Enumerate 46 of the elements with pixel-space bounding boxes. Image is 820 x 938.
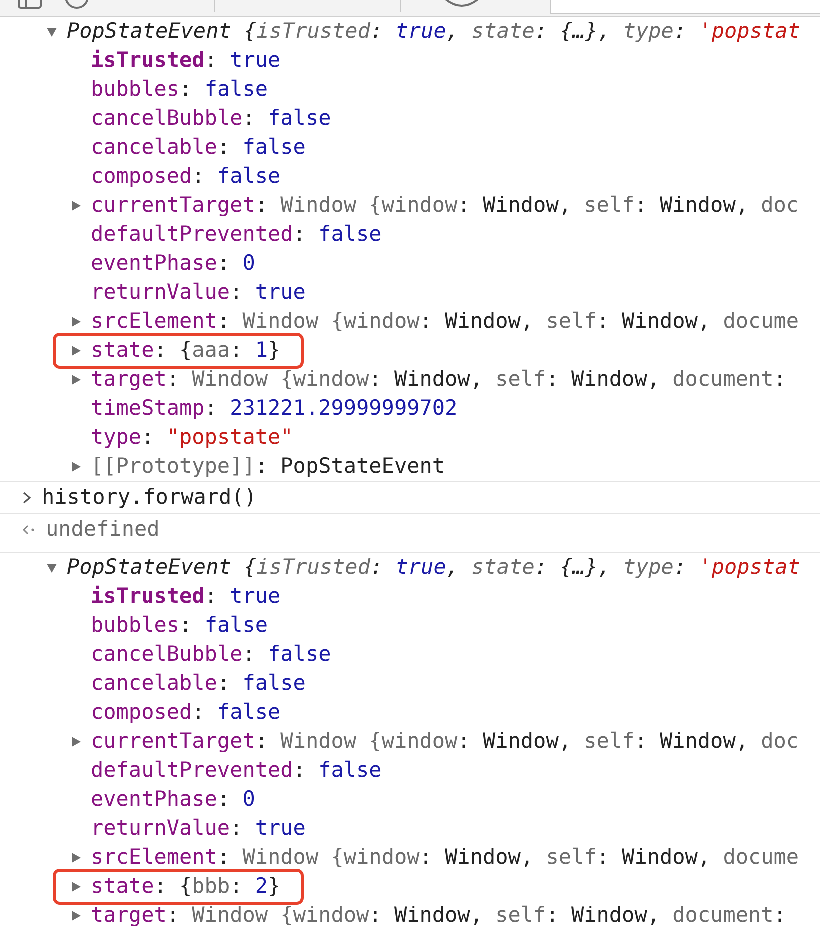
property-line: cancelBubble: false — [91, 641, 332, 668]
sidebar-icon[interactable] — [18, 0, 42, 10]
collapse-triangle-icon[interactable] — [46, 26, 58, 38]
object-summary: PopStateEvent {isTrusted: true, state: {…}, type: 'popstat — [67, 554, 800, 581]
property-line: currentTarget: Window {window: Window, self: Window, doc — [91, 192, 800, 219]
expand-triangle-icon[interactable] — [70, 460, 82, 472]
property-line: returnValue: true — [91, 815, 306, 842]
property-line: isTrusted: true — [91, 47, 281, 74]
property-line: srcElement: Window {window: Window, self: Window, docume — [91, 844, 800, 871]
property-line: type: "popstate" — [91, 424, 294, 451]
clear-icon[interactable] — [64, 0, 90, 10]
property-line: timeStamp: 231221.29999999702 — [91, 395, 458, 422]
console-result: undefined — [46, 516, 160, 543]
property-line: srcElement: Window {window: Window, self: Window, docume — [91, 308, 800, 335]
property-line: cancelable: false — [91, 134, 306, 161]
property-line: eventPhase: 0 — [91, 250, 256, 277]
console-command: history.forward() — [42, 484, 257, 511]
expand-triangle-icon[interactable] — [70, 344, 82, 356]
property-line: defaultPrevented: false — [91, 221, 382, 248]
return-icon — [22, 524, 36, 536]
expand-triangle-icon[interactable] — [70, 316, 82, 328]
prompt-icon — [22, 490, 32, 504]
expand-triangle-icon[interactable] — [70, 374, 82, 386]
expand-triangle-icon[interactable] — [70, 852, 82, 864]
property-line: composed: false — [91, 699, 281, 726]
property-line: composed: false — [91, 163, 281, 190]
property-line: cancelable: false — [91, 670, 306, 697]
property-line: state: {bbb: 2} — [91, 873, 281, 900]
property-line: eventPhase: 0 — [91, 786, 256, 813]
expand-triangle-icon[interactable] — [70, 200, 82, 212]
property-line: state: {aaa: 1} — [91, 337, 281, 364]
property-line: returnValue: true — [91, 279, 306, 306]
property-line: isTrusted: true — [91, 583, 281, 610]
property-line: target: Window {window: Window, self: Window, document: — [91, 902, 788, 929]
property-line: target: Window {window: Window, self: Window, document: — [91, 366, 788, 393]
property-line: bubbles: false — [91, 76, 268, 103]
property-line: defaultPrevented: false — [91, 757, 382, 784]
expand-triangle-icon[interactable] — [70, 910, 82, 922]
property-line: bubbles: false — [91, 612, 268, 639]
object-summary: PopStateEvent {isTrusted: true, state: {…}, type: 'popstat — [67, 18, 800, 45]
property-line: [[Prototype]]: PopStateEvent — [91, 453, 446, 480]
collapse-triangle-icon[interactable] — [46, 562, 58, 574]
property-line: cancelBubble: false — [91, 105, 332, 132]
expand-triangle-icon[interactable] — [70, 880, 82, 892]
expand-triangle-icon[interactable] — [70, 736, 82, 748]
property-line: currentTarget: Window {window: Window, self: Window, doc — [91, 728, 800, 755]
